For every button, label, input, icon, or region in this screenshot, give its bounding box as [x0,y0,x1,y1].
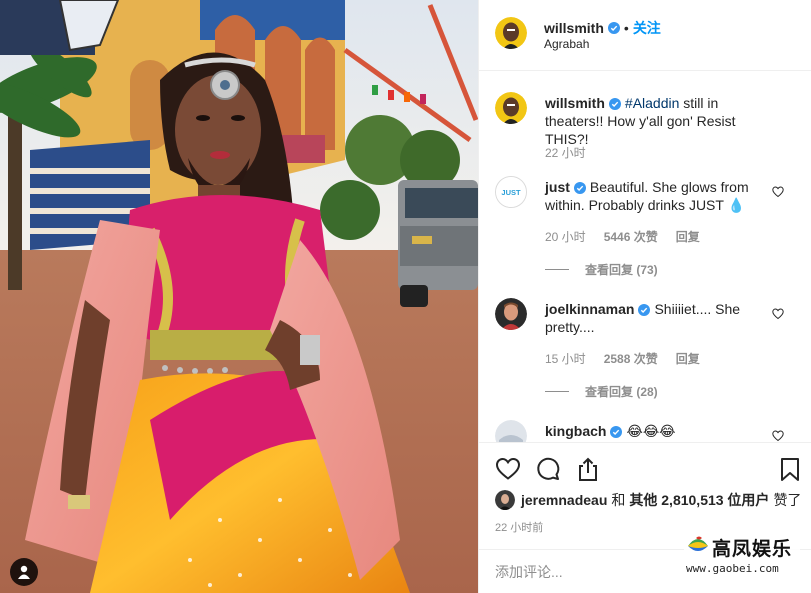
user-tag-button[interactable] [10,558,38,586]
comment-avatar-image [495,420,527,442]
site-watermark: 高凤娱乐 www.gaobei.com [684,531,800,579]
comment-meta: 15 小时 2588 次赞 回复 [545,350,700,367]
author-avatar[interactable] [495,17,527,49]
view-replies-line [545,269,569,270]
watermark-title: 高凤娱乐 [712,538,793,560]
reply-button[interactable]: 回复 [676,228,700,245]
view-replies-label: 查看回复 (28) [585,385,658,399]
comment-username[interactable]: just [545,179,570,195]
comment-like-count[interactable]: 2588 次赞 [604,350,658,367]
verified-badge-icon [607,22,620,34]
verified-badge-icon [610,426,623,439]
watermark-logo-icon [688,536,708,551]
heart-icon[interactable] [772,430,784,442]
comment-avatar[interactable]: JUST [495,176,527,208]
comment-icon[interactable] [535,456,561,482]
separator-dot: • [623,20,629,36]
like-heart-icon[interactable] [495,456,521,482]
author-username[interactable]: willsmith [544,20,604,36]
heart-icon[interactable] [772,186,784,198]
reply-button[interactable]: 回复 [676,350,700,367]
view-replies-button[interactable]: 查看回复 (28) [545,383,658,400]
comment-username[interactable]: joelkinnaman [545,301,634,317]
comment-text: joelkinnaman Shiiiiet.... She pretty.... [545,300,770,336]
caption-time[interactable]: 22 小时 [545,144,586,161]
view-replies-button[interactable]: 查看回复 (73) [545,261,658,278]
post-details-panel: willsmith • 关注 Agrabah willsmith #Aladdi… [478,0,811,593]
liker-avatar[interactable] [495,490,515,510]
action-bar [479,442,811,494]
comment-avatar[interactable] [495,298,527,330]
verified-badge-icon [638,304,651,317]
comment-avatar-text: JUST [501,188,521,197]
comments-list[interactable]: willsmith #Aladdin still in theaters!! Ho… [479,72,811,442]
comment-avatar-image: JUST [496,177,526,207]
post-photo[interactable] [0,0,478,593]
comment-time[interactable]: 15 小时 [545,350,586,367]
view-replies-label: 查看回复 (73) [585,263,658,277]
caption-avatar[interactable] [495,92,527,124]
verified-badge-icon [608,98,621,111]
liked-by-and: 和 [611,492,626,508]
liker-avatar-image [495,490,515,510]
heart-icon[interactable] [772,308,784,320]
liked-by-others[interactable]: 其他 2,810,513 位用户 [629,490,769,510]
caption-text: willsmith #Aladdin still in theaters!! Ho… [545,94,770,148]
follow-button[interactable]: 关注 [633,18,661,38]
comment-text: kingbach 😂😂😂 [545,422,770,440]
liker-username[interactable]: jeremnadeau [521,492,607,508]
comment-avatar[interactable] [495,420,527,442]
comment-text: just Beautiful. She glows from within. Pr… [545,178,770,214]
author-name-row: willsmith • 关注 [544,18,661,38]
liked-by-summary: jeremnadeau 和 其他 2,810,513 位用户 赞了 [495,490,805,510]
aladdin-genie-photo [0,0,478,593]
add-comment-input[interactable] [495,562,675,582]
view-replies-line [545,391,569,392]
watermark-url: www.gaobei.com [686,562,779,575]
post-timestamp[interactable]: 22 小时前 [495,519,543,535]
caption-hashtag[interactable]: #Aladdin [625,95,680,111]
caption-meta: 22 小时 [545,144,586,161]
bookmark-icon[interactable] [777,456,803,482]
verified-badge-icon [573,182,586,195]
comment-like-count[interactable]: 5446 次赞 [604,228,658,245]
post-header: willsmith • 关注 Agrabah [479,0,811,71]
share-icon[interactable] [575,456,601,482]
caption-username[interactable]: willsmith [545,95,605,111]
liked-by-suffix: 赞了 [773,492,802,508]
comment-username[interactable]: kingbach [545,423,606,439]
author-avatar-image [495,17,527,49]
comment-meta: 20 小时 5446 次赞 回复 [545,228,700,245]
comment-body: 😂😂😂 [626,423,676,439]
user-tag-icon [18,565,30,579]
caption-avatar-image [495,92,527,124]
location-link[interactable]: Agrabah [544,37,589,51]
comment-time[interactable]: 20 小时 [545,228,586,245]
comment-avatar-image [495,298,527,330]
